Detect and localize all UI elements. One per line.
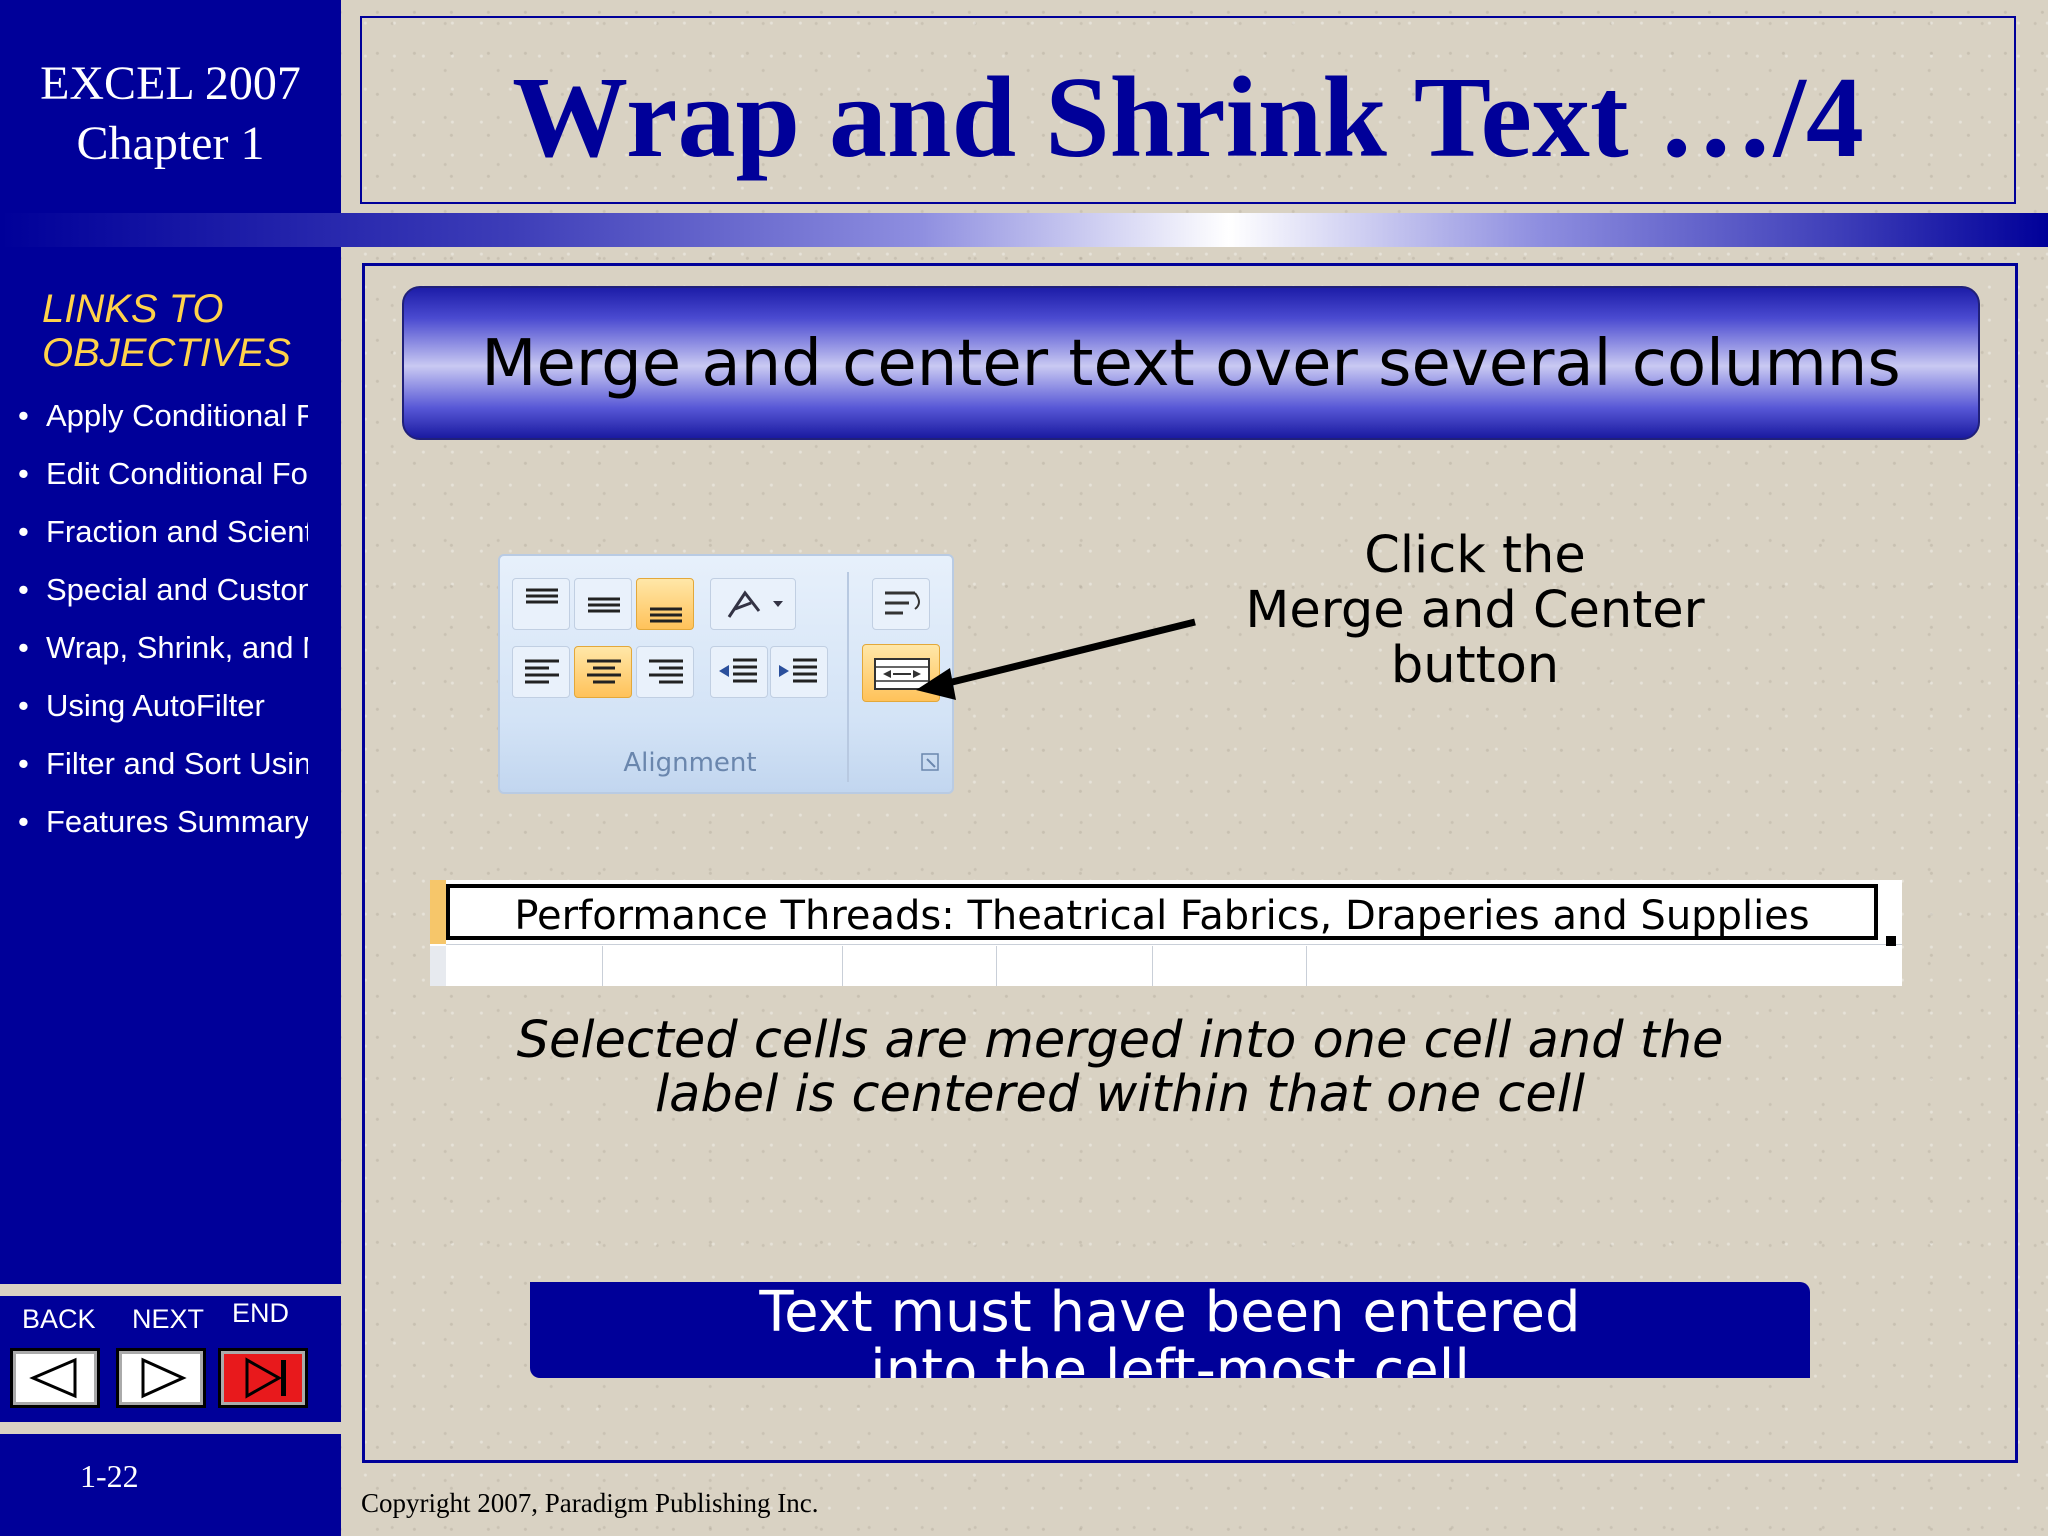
align-right-button[interactable] [636,646,694,698]
bottom-align-button[interactable] [636,578,694,630]
sidebar-link-filter-sort[interactable]: • Filter and Sort Using [18,742,308,800]
bullet-icon: • [18,456,29,491]
tip-box: Text must have been entered into the lef… [530,1282,1810,1378]
bullet-icon: • [18,688,29,723]
merge-center-icon [874,658,930,690]
decrease-indent-button[interactable] [710,646,768,698]
course-title: EXCEL 2007 [40,57,301,110]
triangle-left-icon [29,1357,77,1399]
merged-cell[interactable]: Performance Threads: Theatrical Fabrics,… [446,884,1878,940]
back-button[interactable] [10,1348,100,1408]
wrap-text-icon [885,591,920,615]
bullet-icon: • [18,746,29,781]
decrease-indent-icon [719,658,757,683]
grid-line [602,946,603,986]
next-label: NEXT [132,1304,205,1334]
increase-indent-icon [779,658,817,683]
back-label: BACK [22,1304,96,1334]
links-heading: LINKS TO OBJECTIVES [42,287,291,375]
fill-handle[interactable] [1886,936,1896,946]
row-header [430,880,446,944]
sidebar-link-apply-conditional[interactable]: • Apply Conditional Fo [18,394,308,452]
end-button[interactable] [218,1348,308,1408]
sidebar-divider [0,1284,341,1296]
banner-text: Merge and center text over several colum… [481,327,1901,401]
course-header: EXCEL 2007 Chapter 1 [0,0,341,213]
merged-cell-text: Performance Threads: Theatrical Fabrics,… [514,893,1810,939]
subtitle-banner: Merge and center text over several colum… [402,286,1980,440]
slide-title: Wrap and Shrink Text …/4 [512,54,1864,182]
increase-indent-button[interactable] [770,646,828,698]
skip-end-icon [245,1357,286,1399]
sidebar-link-edit-conditional[interactable]: •Edit Conditional Form [18,452,308,510]
page-number: 1-22 [80,1458,139,1494]
chapter-label: Chapter 1 [76,117,265,170]
worksheet-preview: Performance Threads: Theatrical Fabrics,… [430,880,1902,986]
callout-text: Click the Merge and Center button [1245,526,1705,695]
sidebar-link-features-summary[interactable]: • Features Summary [18,800,308,858]
align-center-icon [587,659,621,684]
explanation-text: Selected cells are merged into one cell … [516,1011,1724,1124]
align-left-icon [525,659,559,684]
align-right-icon [649,659,683,684]
end-label: END [232,1298,290,1328]
bullet-icon: • [18,804,29,839]
bullet-icon: • [18,398,29,433]
sidebar-link-fraction-scientific[interactable]: • Fraction and Scientifi [18,510,308,568]
bullet-icon: • [18,572,29,607]
text-orientation-icon [727,590,783,618]
objectives-list: • Apply Conditional Fo • Edit Conditional … [18,394,308,858]
align-top-icon [526,588,558,604]
middle-align-button[interactable] [574,578,632,630]
align-left-button[interactable] [512,646,570,698]
page-number-panel [0,1434,341,1536]
grid-line [446,944,1902,945]
title-box: Wrap and Shrink Text …/4 [360,16,2016,204]
wrap-text-button[interactable] [872,578,930,630]
grid-line [996,946,997,986]
alignment-ribbon-group: Alignment [498,554,954,794]
dialog-launcher-icon[interactable] [920,752,942,774]
row-header [430,946,446,986]
center-button[interactable] [574,646,632,698]
grid-line [842,946,843,986]
sidebar-link-autofilter[interactable]: • Using AutoFilter [18,684,308,742]
align-middle-icon [588,597,620,613]
top-align-button[interactable] [512,578,570,630]
triangle-right-icon [141,1357,187,1399]
bullet-icon: • [18,514,29,549]
align-bottom-icon [650,607,682,623]
sidebar-divider [0,1422,341,1434]
header-stripe [0,213,2048,247]
copyright: Copyright 2007, Paradigm Publishing Inc. [361,1488,819,1518]
grid-line [1306,946,1307,986]
alignment-group-label: Alignment [623,748,757,778]
grid-line [1152,946,1153,986]
tip-text: Text must have been entered into the lef… [759,1282,1581,1379]
sidebar-link-special-custom[interactable]: • Special and Custom [18,568,308,626]
bullet-icon: • [18,630,29,665]
merge-and-center-button[interactable] [862,644,940,702]
orientation-button[interactable] [710,578,796,630]
sidebar-link-wrap-shrink[interactable]: •Wrap, Shrink, and Me [18,626,308,684]
next-button[interactable] [116,1348,206,1408]
